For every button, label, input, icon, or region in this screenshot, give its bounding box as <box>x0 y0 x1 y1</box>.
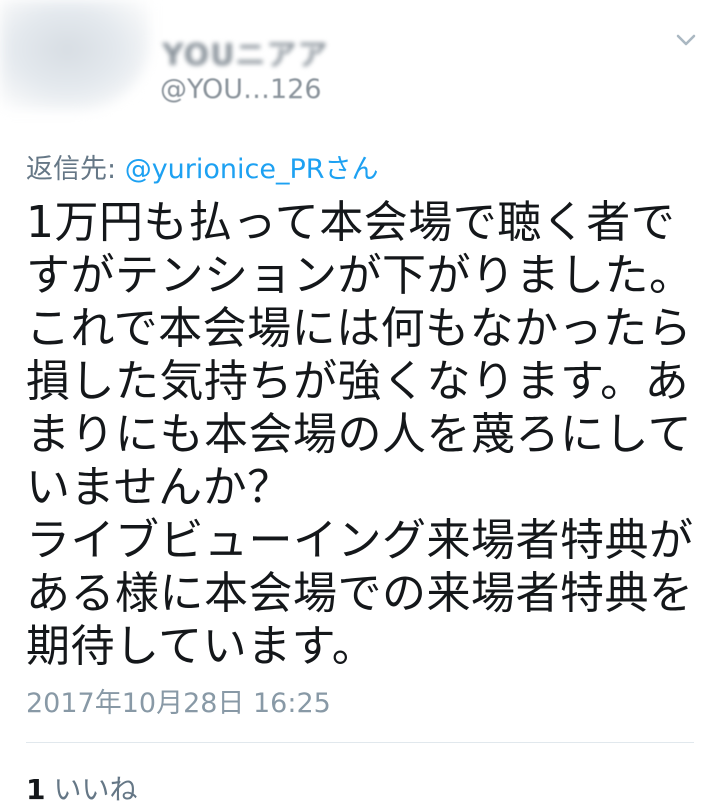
likes-label: いいね <box>53 773 138 806</box>
reply-to-suffix[interactable]: さん <box>325 154 379 185</box>
author-display-name[interactable]: YOUニアア <box>162 30 329 74</box>
reply-to-line: 返信先: @yurionice_PRさん <box>26 147 379 186</box>
likes-count: 1 <box>26 773 46 806</box>
chevron-down-icon[interactable] <box>672 26 700 54</box>
tweet-card: YOUニアア @YOU…126 返信先: @yurionice_PRさん 1万円… <box>0 0 720 808</box>
likes-stat[interactable]: 1 いいね <box>26 768 138 808</box>
author-handle[interactable]: @YOU…126 <box>160 74 322 105</box>
divider <box>26 742 694 743</box>
avatar[interactable] <box>0 0 150 110</box>
tweet-timestamp[interactable]: 2017年10月28日 16:25 <box>26 681 331 720</box>
tweet-text: 1万円も払って本会場で聴く者で すがテンションが下がりました。 これで本会場には… <box>26 197 694 672</box>
reply-to-prefix: 返信先: <box>26 154 125 185</box>
reply-to-mention-link[interactable]: @yurionice_PR <box>125 154 325 185</box>
